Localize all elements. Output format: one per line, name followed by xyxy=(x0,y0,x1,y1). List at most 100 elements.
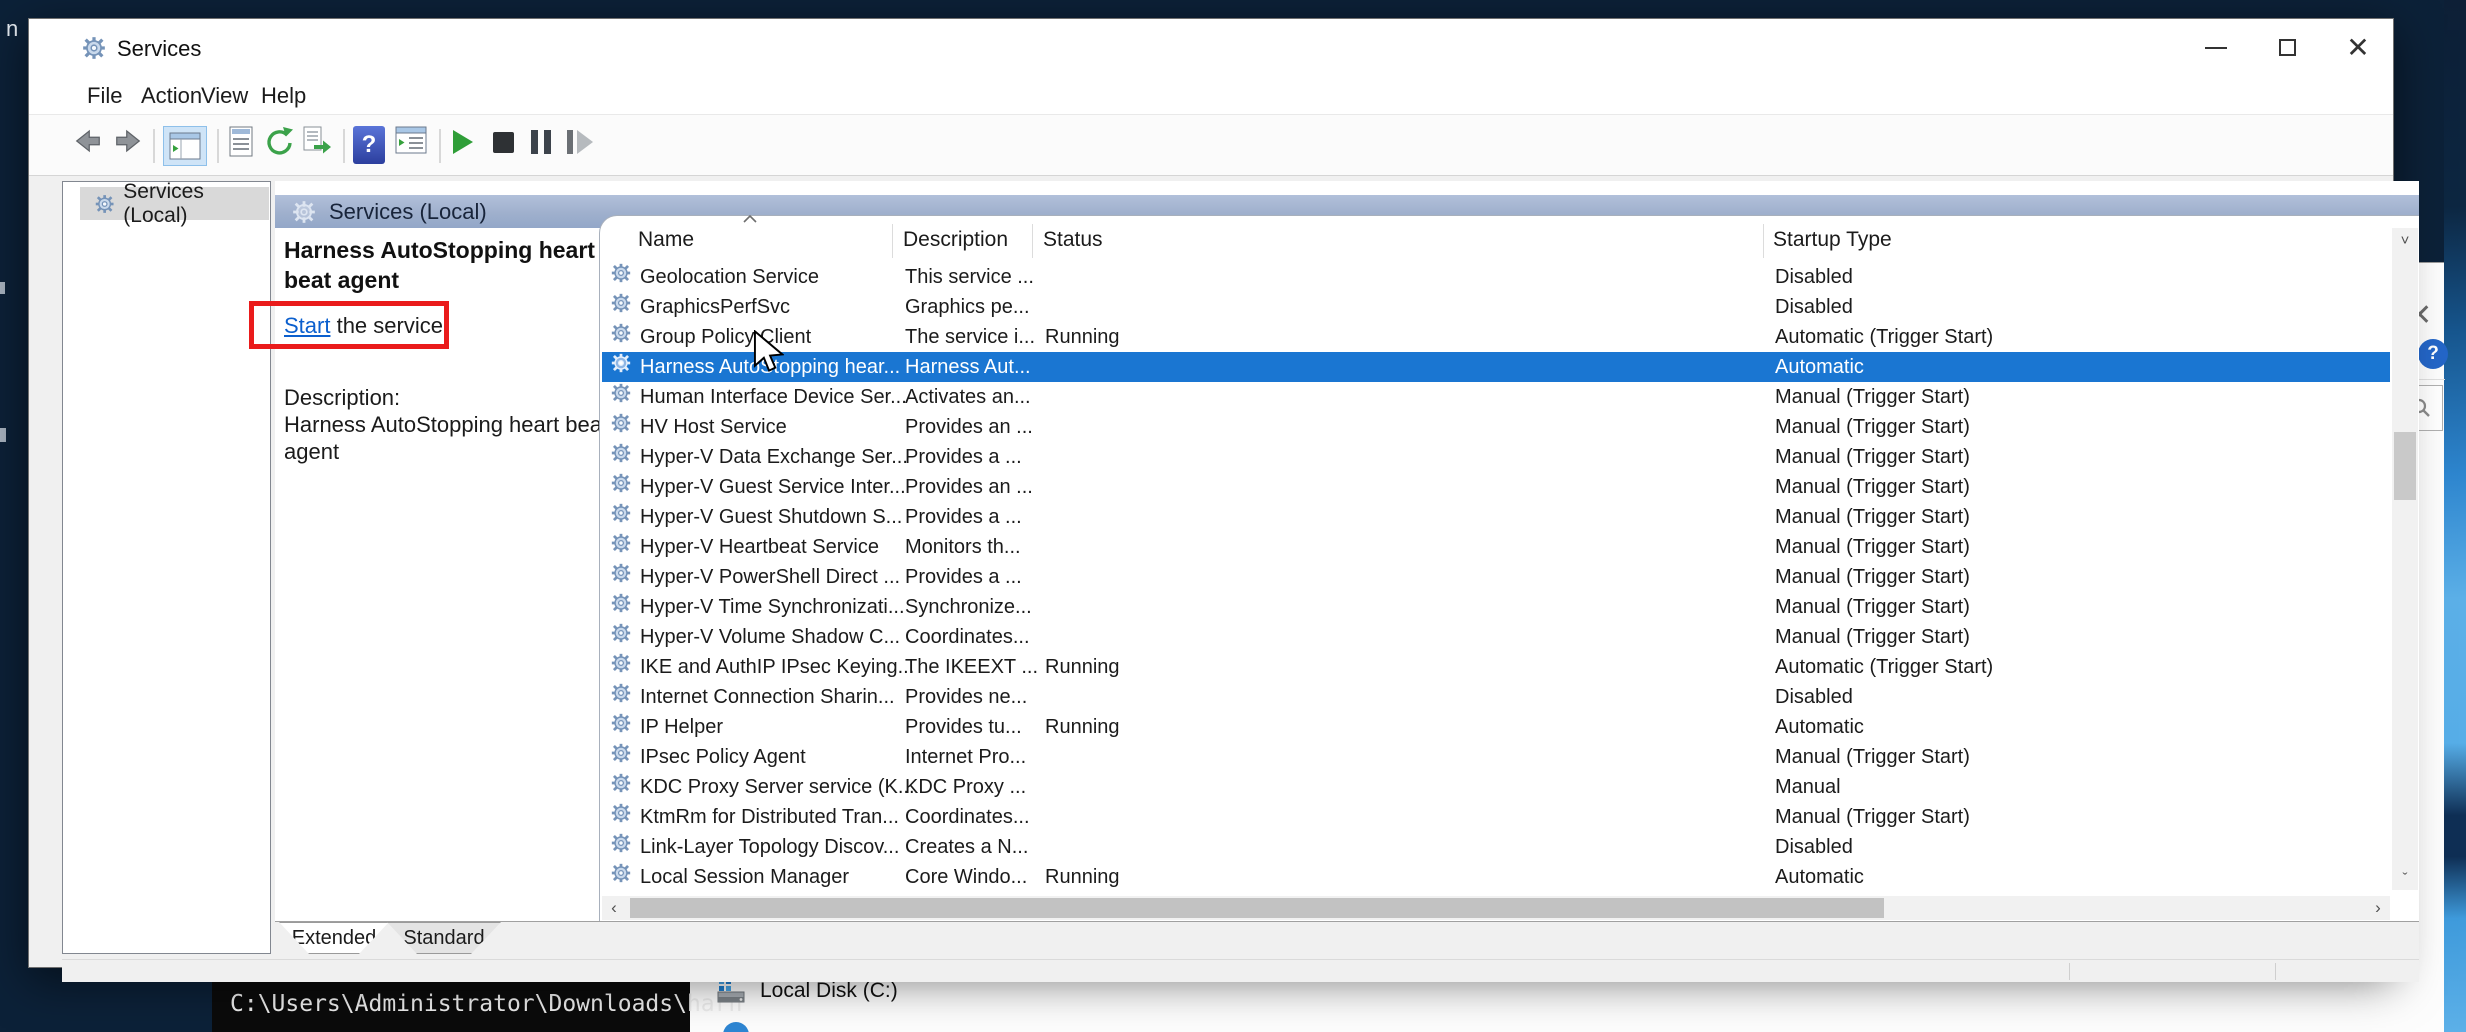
service-row[interactable]: KtmRm for Distributed Tran... Coordinate… xyxy=(602,802,2390,832)
properties-button[interactable] xyxy=(227,126,255,158)
service-name: Geolocation Service xyxy=(640,262,819,292)
annotation-red-box xyxy=(249,301,449,349)
details-pane: Services (Local) Harness AutoStopping he… xyxy=(275,181,2419,921)
service-row[interactable]: IP Helper Provides tu... Running Automat… xyxy=(602,712,2390,742)
gear-icon xyxy=(610,742,632,764)
service-startup-type: Manual xyxy=(1775,772,1841,802)
vertical-scroll-thumb[interactable] xyxy=(2394,432,2416,500)
service-row[interactable]: Hyper-V Volume Shadow C... Coordinates..… xyxy=(602,622,2390,652)
service-status: Running xyxy=(1045,862,1120,892)
desktop-icon-fragment xyxy=(0,428,6,442)
column-header-startup[interactable]: Startup Type xyxy=(1773,228,1892,260)
service-row[interactable]: Internet Connection Sharin... Provides n… xyxy=(602,682,2390,712)
service-name: Hyper-V Volume Shadow C... xyxy=(640,622,900,652)
column-divider[interactable] xyxy=(1763,224,1764,258)
gear-icon xyxy=(610,622,632,644)
console-window[interactable]: C:\Users\Administrator\Downloads\harn xyxy=(212,975,690,1032)
service-row[interactable]: Link-Layer Topology Discov... Creates a … xyxy=(602,832,2390,862)
maximize-button[interactable] xyxy=(2252,19,2322,76)
service-row[interactable]: KDC Proxy Server service (K... KDC Proxy… xyxy=(602,772,2390,802)
help-icon[interactable]: ? xyxy=(2418,339,2448,369)
tab-extended[interactable]: Extended xyxy=(279,922,389,954)
horizontal-scroll-thumb[interactable] xyxy=(630,898,1884,918)
scroll-down-icon[interactable]: ˇ xyxy=(2392,866,2418,890)
show-extended-view-button[interactable] xyxy=(395,126,427,154)
service-status: Running xyxy=(1045,712,1120,742)
refresh-button[interactable] xyxy=(263,126,295,158)
tab-standard[interactable]: Standard xyxy=(387,922,501,954)
pause-service-button[interactable] xyxy=(531,130,551,154)
column-divider[interactable] xyxy=(892,224,893,258)
toolbar-separator xyxy=(217,129,219,163)
service-row[interactable]: IPsec Policy Agent Internet Pro... Manua… xyxy=(602,742,2390,772)
gear-icon xyxy=(610,382,632,404)
service-startup-type: Automatic xyxy=(1775,712,1864,742)
service-row[interactable]: Hyper-V Heartbeat Service Monitors th...… xyxy=(602,532,2390,562)
console-path-text: C:\Users\Administrator\Downloads\harn xyxy=(230,991,742,1017)
export-list-button[interactable] xyxy=(301,126,333,156)
gear-icon xyxy=(610,652,632,674)
scroll-right-icon[interactable]: › xyxy=(2366,896,2390,920)
menu-view[interactable]: View xyxy=(195,81,254,111)
show-console-tree-button[interactable] xyxy=(163,126,207,166)
service-row[interactable]: IKE and AuthIP IPsec Keying... The IKEEX… xyxy=(602,652,2390,682)
title-bar[interactable]: Services ✕ xyxy=(29,19,2393,76)
service-name: GraphicsPerfSvc xyxy=(640,292,790,322)
help-button[interactable]: ? xyxy=(353,126,385,164)
service-row[interactable]: Geolocation Service This service ... Dis… xyxy=(602,262,2390,292)
service-row[interactable]: Hyper-V Time Synchronizati... Synchroniz… xyxy=(602,592,2390,622)
service-row[interactable]: Harness AutoStopping hear... Harness Aut… xyxy=(602,352,2390,382)
service-name: KDC Proxy Server service (K... xyxy=(640,772,915,802)
menu-bar: File Action View Help xyxy=(29,76,2393,114)
service-row[interactable]: Group Policy Client The service i... Run… xyxy=(602,322,2390,352)
column-divider[interactable] xyxy=(1032,224,1033,258)
status-bar xyxy=(62,959,2419,982)
service-name: Hyper-V Guest Service Inter... xyxy=(640,472,906,502)
gear-icon xyxy=(610,832,632,854)
vertical-scrollbar[interactable]: ˅ ˇ xyxy=(2392,228,2418,890)
start-service-button[interactable] xyxy=(453,130,473,154)
gear-icon xyxy=(610,322,632,344)
column-header-name[interactable]: Name xyxy=(638,228,694,260)
service-row[interactable]: GraphicsPerfSvc Graphics pe... Disabled xyxy=(602,292,2390,322)
service-startup-type: Disabled xyxy=(1775,832,1853,862)
service-description: Core Windo... xyxy=(905,862,1027,892)
service-row[interactable]: Hyper-V PowerShell Direct ... Provides a… xyxy=(602,562,2390,592)
menu-help[interactable]: Help xyxy=(255,81,312,111)
service-description: Provides a ... xyxy=(905,502,1022,532)
service-row[interactable]: Human Interface Device Ser... Activates … xyxy=(602,382,2390,412)
service-row[interactable]: Hyper-V Data Exchange Ser... Provides a … xyxy=(602,442,2390,472)
column-header-description[interactable]: Description xyxy=(903,228,1008,260)
gear-icon xyxy=(610,772,632,794)
forward-button[interactable] xyxy=(113,126,143,156)
service-name: Hyper-V PowerShell Direct ... xyxy=(640,562,900,592)
desktop-icon-fragment xyxy=(0,282,5,294)
service-row[interactable]: Local Session Manager Core Windo... Runn… xyxy=(602,862,2390,892)
close-button[interactable]: ✕ xyxy=(2323,19,2393,76)
stop-service-button[interactable] xyxy=(493,132,514,153)
service-name: Hyper-V Guest Shutdown S... xyxy=(640,502,902,532)
column-header-status[interactable]: Status xyxy=(1043,228,1103,260)
horizontal-scrollbar[interactable]: ‹ › xyxy=(602,896,2390,920)
back-icon xyxy=(73,126,103,156)
service-name: IPsec Policy Agent xyxy=(640,742,806,772)
service-name: Hyper-V Data Exchange Ser... xyxy=(640,442,908,472)
gear-icon xyxy=(610,862,632,884)
menu-file[interactable]: File xyxy=(81,81,128,111)
scroll-left-icon[interactable]: ‹ xyxy=(602,896,626,920)
service-row[interactable]: Hyper-V Guest Service Inter... Provides … xyxy=(602,472,2390,502)
service-description: Provides a ... xyxy=(905,442,1022,472)
scroll-up-icon[interactable]: ˅ xyxy=(2392,228,2418,252)
pause-icon xyxy=(531,130,551,154)
service-row[interactable]: Hyper-V Guest Shutdown S... Provides a .… xyxy=(602,502,2390,532)
restart-service-button[interactable] xyxy=(567,130,593,154)
tree-item-services-local[interactable]: Services (Local) xyxy=(80,187,269,220)
desktop: n ✕ ✓ ? C:\Users\Administrator\Downloads… xyxy=(0,0,2466,1032)
minimize-button[interactable] xyxy=(2181,19,2251,76)
back-button[interactable] xyxy=(73,126,103,156)
stop-icon xyxy=(493,132,514,153)
service-name: Internet Connection Sharin... xyxy=(640,682,895,712)
start-icon xyxy=(453,130,473,154)
service-description: Coordinates... xyxy=(905,802,1030,832)
service-row[interactable]: HV Host Service Provides an ... Manual (… xyxy=(602,412,2390,442)
